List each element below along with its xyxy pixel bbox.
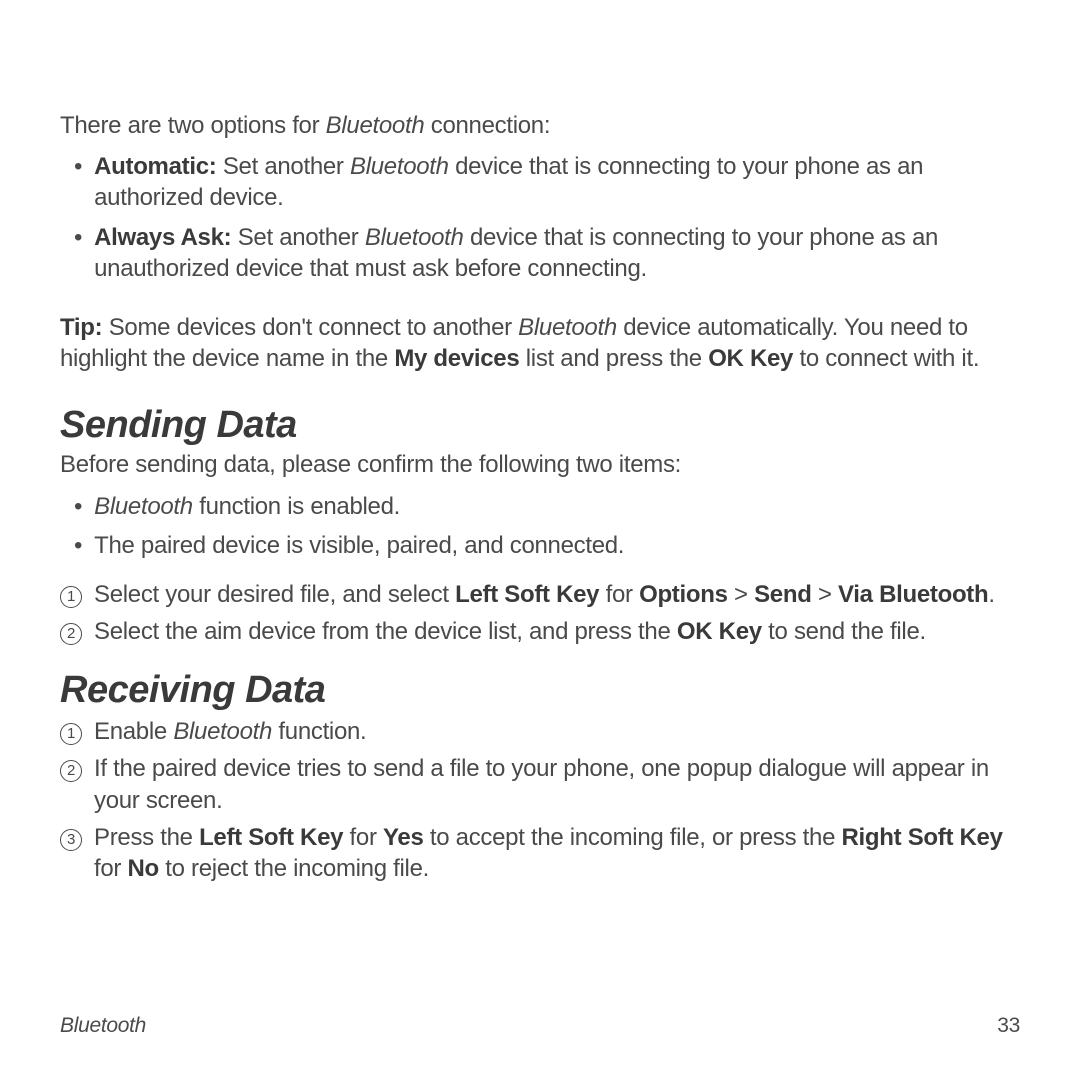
footer-section: Bluetooth (60, 1014, 146, 1038)
bluetooth-term: Bluetooth (173, 718, 272, 745)
bullet-icon: • (74, 151, 82, 213)
tip-mid2: list and press the (519, 345, 708, 372)
s1-mid1: for (599, 581, 639, 608)
prereq-bluetooth-enabled: • Bluetooth function is enabled. (60, 491, 1020, 522)
receiving-step-1: 1 Enable Bluetooth function. (60, 716, 1020, 747)
intro-prefix: There are two options for (60, 112, 326, 139)
tip-paragraph: Tip: Some devices don't connect to anoth… (60, 312, 1020, 374)
r3-mid1: for (343, 824, 383, 851)
receiving-heading: Receiving Data (60, 669, 1020, 712)
prereq-text: Bluetooth function is enabled. (94, 491, 1020, 522)
sending-prereq-list: • Bluetooth function is enabled. • The p… (60, 491, 1020, 561)
automatic-label: Automatic: (94, 153, 216, 180)
s1-prefix: Select your desired file, and select (94, 581, 455, 608)
circled-2: 2 (60, 760, 82, 782)
prereq1-suffix: function is enabled. (193, 493, 400, 520)
step-number-icon: 2 (60, 618, 84, 647)
bullet-icon: • (74, 530, 82, 561)
options-term: Options (639, 581, 728, 608)
yes-term: Yes (383, 824, 423, 851)
step-number-icon: 1 (60, 581, 84, 610)
s2-prefix: Select the aim device from the device li… (94, 618, 677, 645)
always-ask-label: Always Ask: (94, 224, 231, 251)
receiving-step-3: 3 Press the Left Soft Key for Yes to acc… (60, 822, 1020, 884)
bullet-icon: • (74, 222, 82, 284)
step-number-icon: 1 (60, 718, 84, 747)
my-devices-term: My devices (394, 345, 519, 372)
sending-step-1: 1 Select your desired file, and select L… (60, 579, 1020, 610)
bluetooth-term: Bluetooth (365, 224, 464, 251)
sending-step-2-text: Select the aim device from the device li… (94, 616, 1020, 647)
tip-suffix: to connect with it. (793, 345, 979, 372)
option-automatic-text: Automatic: Set another Bluetooth device … (94, 151, 1020, 213)
bluetooth-term: Bluetooth (518, 314, 617, 341)
circled-1: 1 (60, 586, 82, 608)
tip-label: Tip: (60, 314, 102, 341)
sending-intro: Before sending data, please confirm the … (60, 449, 1020, 480)
step-number-icon: 3 (60, 824, 84, 884)
tip-prefix: Some devices don't connect to another (102, 314, 518, 341)
sending-steps: 1 Select your desired file, and select L… (60, 579, 1020, 647)
ok-key-term: OK Key (677, 618, 762, 645)
r3-mid3: for (94, 855, 127, 882)
r1-prefix: Enable (94, 718, 173, 745)
footer-page-number: 33 (997, 1014, 1020, 1038)
receiving-step-3-text: Press the Left Soft Key for Yes to accep… (94, 822, 1020, 884)
bluetooth-term: Bluetooth (94, 493, 193, 520)
receiving-steps: 1 Enable Bluetooth function. 2 If the pa… (60, 716, 1020, 884)
bluetooth-term: Bluetooth (350, 153, 449, 180)
page-footer: Bluetooth 33 (60, 1014, 1020, 1038)
sending-step-2: 2 Select the aim device from the device … (60, 616, 1020, 647)
prereq-paired-visible: • The paired device is visible, paired, … (60, 530, 1020, 561)
s1-suffix: . (988, 581, 994, 608)
r3-mid2: to accept the incoming file, or press th… (424, 824, 842, 851)
left-soft-key-term: Left Soft Key (199, 824, 343, 851)
via-bluetooth-term: Via Bluetooth (838, 581, 988, 608)
circled-3: 3 (60, 829, 82, 851)
sending-data-section: Sending Data Before sending data, please… (60, 404, 1020, 647)
s1-mid2: > (728, 581, 754, 608)
options-list: • Automatic: Set another Bluetooth devic… (60, 151, 1020, 284)
sending-heading: Sending Data (60, 404, 1020, 447)
receiving-data-section: Receiving Data 1 Enable Bluetooth functi… (60, 669, 1020, 884)
receiving-step-2-text: If the paired device tries to send a fil… (94, 753, 1020, 815)
option-always-ask: • Always Ask: Set another Bluetooth devi… (60, 222, 1020, 284)
receiving-step-2: 2 If the paired device tries to send a f… (60, 753, 1020, 815)
s2-suffix: to send the file. (762, 618, 926, 645)
send-term: Send (754, 581, 811, 608)
intro-text: There are two options for Bluetooth conn… (60, 110, 1020, 141)
ok-key-term: OK Key (708, 345, 793, 372)
sending-step-1-text: Select your desired file, and select Lef… (94, 579, 1020, 610)
receiving-step-1-text: Enable Bluetooth function. (94, 716, 1020, 747)
bullet-icon: • (74, 491, 82, 522)
intro-suffix: connection: (424, 112, 550, 139)
always-ask-prefix: Set another (231, 224, 365, 251)
circled-1: 1 (60, 723, 82, 745)
s1-mid3: > (812, 581, 838, 608)
bluetooth-term: Bluetooth (326, 112, 425, 139)
option-always-ask-text: Always Ask: Set another Bluetooth device… (94, 222, 1020, 284)
r1-suffix: function. (272, 718, 366, 745)
r3-suffix: to reject the incoming file. (159, 855, 429, 882)
r3-prefix: Press the (94, 824, 199, 851)
circled-2: 2 (60, 623, 82, 645)
option-automatic: • Automatic: Set another Bluetooth devic… (60, 151, 1020, 213)
right-soft-key-term: Right Soft Key (842, 824, 1003, 851)
step-number-icon: 2 (60, 755, 84, 815)
left-soft-key-term: Left Soft Key (455, 581, 599, 608)
no-term: No (127, 855, 158, 882)
automatic-prefix: Set another (216, 153, 350, 180)
prereq2-text: The paired device is visible, paired, an… (94, 530, 1020, 561)
